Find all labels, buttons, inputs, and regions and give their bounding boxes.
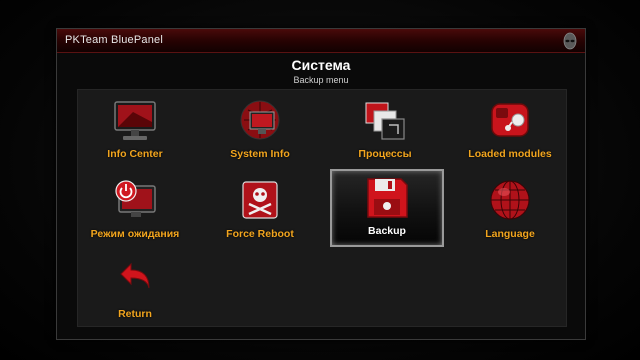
page-title: Система — [291, 57, 351, 73]
menu-item-loaded-modules[interactable]: Loaded modules — [453, 94, 567, 172]
menu-item-processes[interactable]: Процессы — [328, 94, 442, 172]
bluepanel-window: PKTeam BluePanel Система Backup menu Inf… — [56, 28, 586, 340]
monitor-sphere-icon — [240, 100, 280, 140]
menu-item-label: Процессы — [358, 148, 412, 160]
menu-item-language[interactable]: Language — [453, 174, 567, 252]
alien-logo-icon — [563, 32, 577, 50]
monitor-icon — [114, 101, 156, 140]
menu-item-return[interactable]: Return — [78, 254, 192, 332]
floppy-disk-icon — [367, 178, 408, 218]
standby-monitor-icon — [115, 180, 156, 217]
menu-item-label: Loaded modules — [468, 148, 552, 160]
window-title: PKTeam BluePanel — [65, 34, 163, 46]
menu-item-label: Info Center — [107, 148, 163, 160]
page-subtitle: Backup menu — [293, 75, 349, 85]
menu-item-label: Force Reboot — [226, 228, 294, 240]
windows-stack-icon — [365, 102, 405, 140]
skull-crossbones-icon — [242, 181, 278, 219]
module-chip-icon — [491, 103, 529, 137]
menu-item-label: Return — [118, 308, 152, 320]
menu-item-label: Language — [485, 228, 535, 240]
menu-header: Система Backup menu — [57, 57, 585, 85]
return-arrow-icon — [120, 262, 150, 289]
menu-grid: Info Center System Info Процессы Loaded … — [77, 89, 567, 327]
menu-item-force-reboot[interactable]: Force Reboot — [203, 174, 317, 252]
window-titlebar: PKTeam BluePanel — [57, 29, 585, 53]
menu-item-info-center[interactable]: Info Center — [78, 94, 192, 172]
menu-item-backup[interactable]: Backup — [330, 169, 444, 247]
globe-icon — [490, 180, 530, 220]
menu-item-label: Режим ожидания — [90, 228, 180, 240]
menu-item-label: System Info — [230, 148, 290, 160]
menu-item-system-info[interactable]: System Info — [203, 94, 317, 172]
menu-item-standby[interactable]: Режим ожидания — [78, 174, 192, 252]
menu-item-label: Backup — [368, 225, 406, 237]
